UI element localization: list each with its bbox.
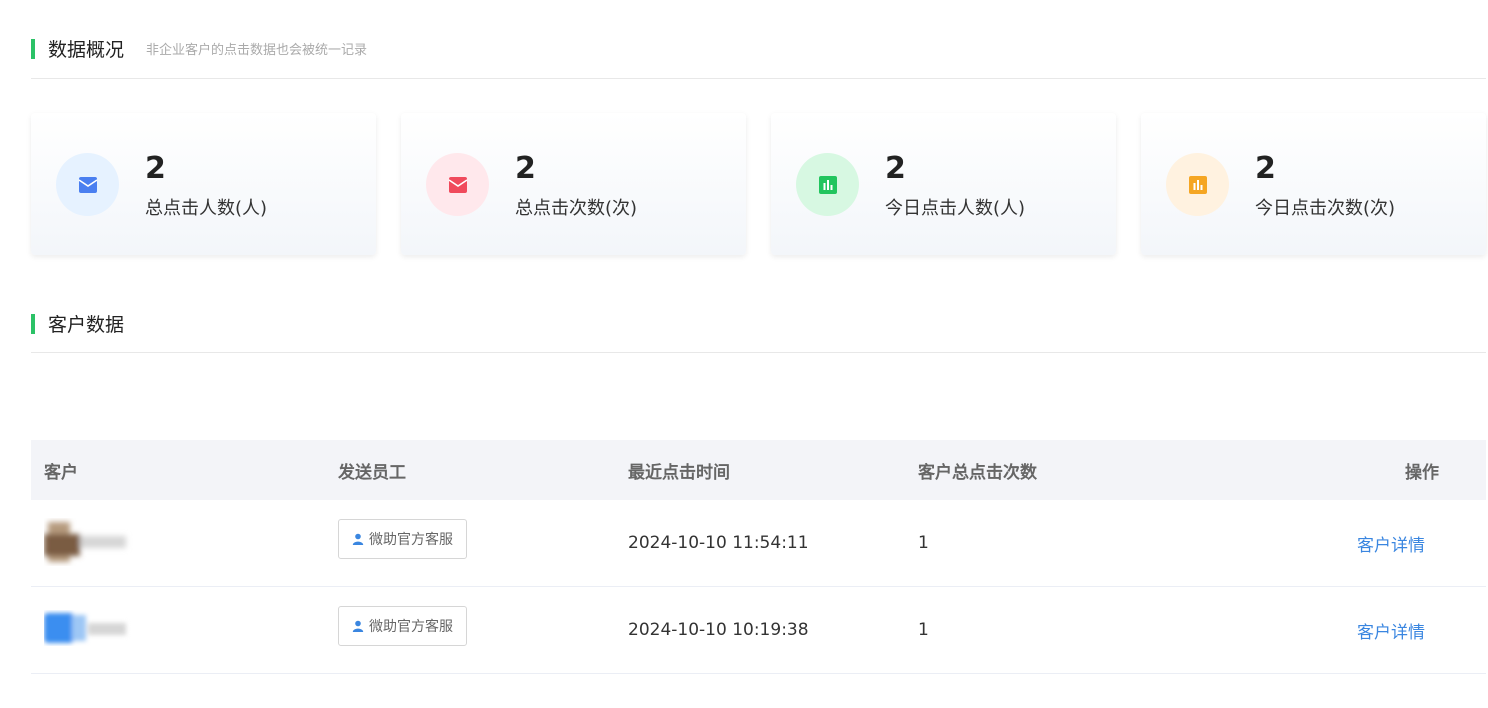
customers-header: 客户数据 [31,310,1486,337]
blurred-avatar-image [44,613,126,643]
customer-table: 客户 发送员工 最近点击时间 客户总点击次数 操作 微助官方客服 2024-10… [31,440,1486,674]
stat-icon-circle [56,153,119,216]
overview-divider [31,78,1486,79]
last-click-cell: 2024-10-10 11:54:11 [628,533,809,553]
customers-divider [31,352,1486,353]
user-icon [352,620,364,632]
click-count-cell: 1 [918,533,929,553]
header-customer: 客户 [44,462,78,483]
stat-icon-circle [426,153,489,216]
customer-cell [31,605,326,655]
bar-chart-icon [1188,175,1207,194]
overview-title: 数据概况 [48,39,125,61]
action-cell: 客户详情 [1286,618,1486,643]
header-staff: 发送员工 [338,462,406,483]
stat-value: 2 [885,151,906,186]
table-header: 客户 发送员工 最近点击时间 客户总点击次数 操作 [31,440,1486,500]
user-icon [352,533,364,545]
envelope-icon [448,176,467,193]
header-click-count: 客户总点击次数 [918,462,1037,483]
last-click-cell: 2024-10-10 10:19:38 [628,620,809,640]
stat-icon-circle [1166,153,1229,216]
avatar[interactable] [44,605,134,655]
stat-value: 2 [515,151,536,186]
staff-name: 微助官方客服 [369,619,453,635]
staff-tag[interactable]: 微助官方客服 [338,606,467,646]
overview-subtitle: 非企业客户的点击数据也会被统一记录 [146,43,368,58]
table-row: 微助官方客服 2024-10-10 11:54:11 1 客户详情 [31,500,1486,587]
click-count-cell: 1 [918,620,929,640]
table-row: 微助官方客服 2024-10-10 10:19:38 1 客户详情 [31,587,1486,674]
staff-name: 微助官方客服 [369,532,453,548]
section-accent-bar [31,313,35,334]
customer-detail-link[interactable]: 客户详情 [1357,623,1425,643]
envelope-icon [78,176,97,193]
header-last-click: 最近点击时间 [628,462,730,483]
stat-value: 2 [1255,151,1276,186]
stat-value: 2 [145,151,166,186]
stat-label: 今日点击次数(次) [1255,198,1396,219]
staff-tag[interactable]: 微助官方客服 [338,519,467,559]
blurred-avatar-image [44,522,126,562]
stat-card-total-users: 2 总点击人数(人) [31,113,376,255]
header-action: 操作 [1405,462,1439,483]
stat-label: 总点击次数(次) [515,198,638,219]
customers-title: 客户数据 [48,314,125,336]
stat-cards: 2 总点击人数(人) 2 总点击次数(次) 2 今日点击人数(人) 2 今日点击… [31,113,1486,255]
staff-cell: 微助官方客服 [326,519,616,559]
stat-card-today-users: 2 今日点击人数(人) [771,113,1116,255]
action-cell: 客户详情 [1286,531,1486,556]
stat-label: 总点击人数(人) [145,198,268,219]
section-accent-bar [31,38,35,59]
bar-chart-icon [818,175,837,194]
overview-header: 数据概况 非企业客户的点击数据也会被统一记录 [31,35,1486,62]
customer-cell [31,518,326,568]
stat-card-today-clicks: 2 今日点击次数(次) [1141,113,1486,255]
stat-icon-circle [796,153,859,216]
avatar[interactable] [44,518,134,568]
staff-cell: 微助官方客服 [326,606,616,646]
stat-card-total-clicks: 2 总点击次数(次) [401,113,746,255]
customer-detail-link[interactable]: 客户详情 [1357,536,1425,556]
stat-label: 今日点击人数(人) [885,198,1026,219]
